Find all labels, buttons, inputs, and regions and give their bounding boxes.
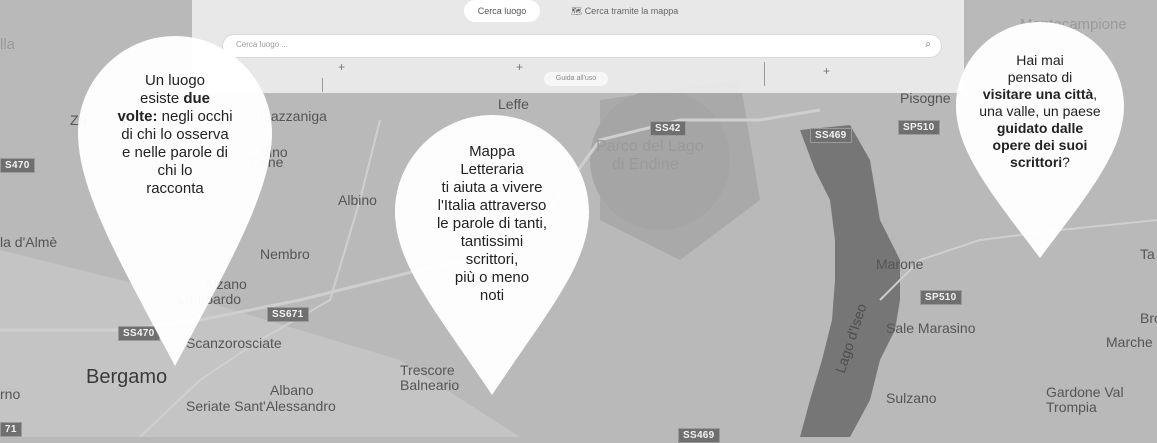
place-label: Seriate Sant'Alessandro	[186, 398, 336, 414]
road-shield: SP510	[920, 290, 962, 305]
add-icon[interactable]: +	[516, 60, 523, 74]
place-label: Sulzano	[886, 390, 937, 406]
place-label: lla	[0, 36, 16, 53]
place-label: Trompia	[1046, 399, 1097, 415]
road-shield: 71	[0, 422, 22, 437]
place-label: Sale Marasino	[886, 320, 976, 336]
road-shield: SS469	[810, 128, 852, 143]
add-icon[interactable]: +	[823, 64, 830, 78]
info-pin-center: Mappa Letteraria ti aiuta a vivere l'Ita…	[395, 115, 589, 395]
search-tabs: Cerca luogo 🗺︎ Cerca tramite la mappa	[192, 0, 964, 24]
search-icon[interactable]: ⌕	[925, 39, 931, 50]
road-shield: SS671	[267, 307, 309, 322]
slider-tick	[764, 62, 765, 86]
place-label: Marone	[876, 256, 924, 272]
tab-search-map[interactable]: 🗺︎ Cerca tramite la mappa	[557, 0, 693, 23]
place-label: Albino	[338, 192, 377, 208]
place-label: Gardone Val	[1046, 384, 1124, 400]
info-pin-right: Hai mai pensato di visitare una città, u…	[956, 22, 1124, 258]
place-label: Marche	[1106, 334, 1153, 350]
add-icon[interactable]: +	[338, 60, 345, 74]
place-label: Bergamo	[86, 366, 168, 388]
tab-search-map-label: Cerca tramite la mappa	[584, 6, 679, 16]
pin-text: Un luogo esiste due volte: negli occhi d…	[117, 72, 233, 197]
place-label: Leffe	[498, 96, 529, 112]
place-label: rno	[0, 386, 21, 402]
place-label: Albano	[270, 382, 314, 398]
road-shield: SP510	[898, 120, 940, 135]
pin-text: Mappa Letteraria ti aiuta a vivere l'Ita…	[436, 143, 548, 304]
search-panel: Cerca luogo 🗺︎ Cerca tramite la mappa Ce…	[192, 0, 964, 93]
search-input[interactable]: Cerca luogo ... ⌕	[222, 34, 942, 58]
guide-button[interactable]: Guida all'uso	[544, 72, 608, 86]
map-icon: 🗺︎	[570, 6, 583, 16]
road-shield: SS42	[650, 121, 686, 136]
place-label: Ta	[1140, 246, 1155, 262]
place-label: Parco del Lago	[596, 138, 704, 155]
slider-tick	[322, 78, 323, 92]
road-shield: SS469	[678, 428, 720, 443]
place-label: di Endine	[612, 156, 679, 173]
pin-text: Hai mai pensato di visitare una città, u…	[979, 52, 1101, 170]
tab-search-place[interactable]: Cerca luogo	[463, 0, 541, 22]
place-label: la d'Almè	[0, 234, 58, 250]
road-shield: S470	[0, 158, 35, 173]
info-pin-left: Un luogo esiste due volte: negli occhi d…	[78, 36, 272, 366]
place-label: Bro	[1140, 310, 1157, 326]
